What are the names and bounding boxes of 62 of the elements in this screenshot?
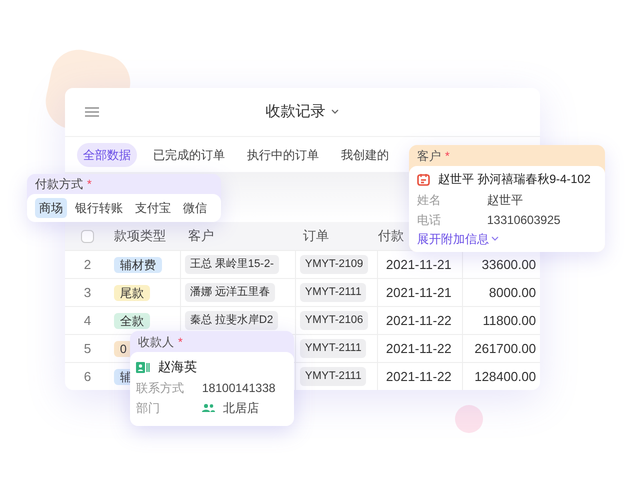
column-header: 客户	[188, 228, 214, 244]
date-cell: 2021-11-22	[377, 307, 462, 334]
payment-option[interactable]: 商场	[35, 198, 67, 218]
amount-cell: 128400.00	[462, 363, 540, 390]
field-value: 赵世平	[487, 192, 523, 209]
field-value: 北居店	[223, 400, 259, 417]
field-label: 联系方式	[136, 380, 185, 397]
order-tag: YMYT-2106	[300, 311, 368, 330]
field-value: 18100141338	[202, 380, 276, 397]
payment-option[interactable]: 银行转账	[71, 198, 127, 218]
date-cell: 2021-11-21	[377, 279, 462, 306]
customer-tag: 潘娜 远洋五里春	[185, 283, 276, 302]
column-header: 订单	[303, 228, 329, 244]
row-number: 3	[82, 284, 92, 302]
calendar-icon	[417, 172, 430, 186]
field-label: 客户	[417, 148, 441, 164]
field-label: 部门	[136, 400, 161, 417]
type-tag: 全款	[114, 312, 150, 329]
column-header: 款项类型	[114, 228, 166, 244]
required-mark: *	[87, 176, 92, 193]
type-tag: 尾款	[114, 284, 150, 301]
decoration-shape	[455, 405, 483, 433]
required-mark: *	[445, 148, 450, 164]
type-tag: 辅材费	[114, 256, 162, 273]
contact-card-icon	[136, 362, 150, 372]
row-number: 2	[82, 256, 92, 274]
tab[interactable]: 我创建的	[335, 142, 395, 166]
row-number: 6	[82, 368, 92, 386]
window-title: 收款记录	[266, 102, 326, 122]
field-value: 13310603925	[487, 212, 560, 229]
tab[interactable]: 已完成的订单	[147, 142, 231, 166]
order-tag: YMYT-2111	[300, 283, 366, 302]
field-label: 付款方式	[35, 176, 83, 193]
required-mark: *	[178, 334, 183, 350]
date-cell: 2021-11-22	[377, 335, 462, 362]
row-number: 5	[82, 340, 92, 358]
amount-cell: 11800.00	[462, 307, 540, 334]
amount-cell: 261700.00	[462, 335, 540, 362]
order-tag: YMYT-2109	[300, 255, 368, 274]
customer-tag: 王总 果岭里15-2-	[185, 255, 279, 274]
tab[interactable]: 全部数据	[77, 142, 137, 166]
order-tag: YMYT-2111	[300, 339, 366, 358]
order-tag: YMYT-2111	[300, 367, 366, 386]
amount-cell: 8000.00	[462, 279, 540, 306]
people-icon	[202, 403, 215, 413]
customer-title: 赵世平 孙河禧瑞春秋9-4-102	[438, 171, 591, 188]
payment-option[interactable]: 微信	[179, 198, 211, 218]
menu-icon[interactable]	[85, 107, 99, 117]
customer-tag: 秦总 拉斐水岸D2	[185, 311, 278, 330]
payment-option[interactable]: 支付宝	[131, 198, 175, 218]
chevron-down-icon	[491, 236, 499, 242]
field-label: 电话	[417, 212, 442, 229]
row-number: 4	[82, 312, 92, 330]
date-cell: 2021-11-22	[377, 363, 462, 390]
column-header: 付款	[378, 228, 404, 244]
payee-name: 赵海英	[158, 358, 197, 376]
field-label: 收款人	[138, 334, 174, 350]
expand-link[interactable]: 展开附加信息	[417, 230, 499, 248]
field-label: 姓名	[417, 192, 442, 209]
checkbox[interactable]	[81, 230, 94, 242]
chevron-down-icon[interactable]	[330, 108, 340, 116]
tab[interactable]: 执行中的订单	[241, 142, 325, 166]
